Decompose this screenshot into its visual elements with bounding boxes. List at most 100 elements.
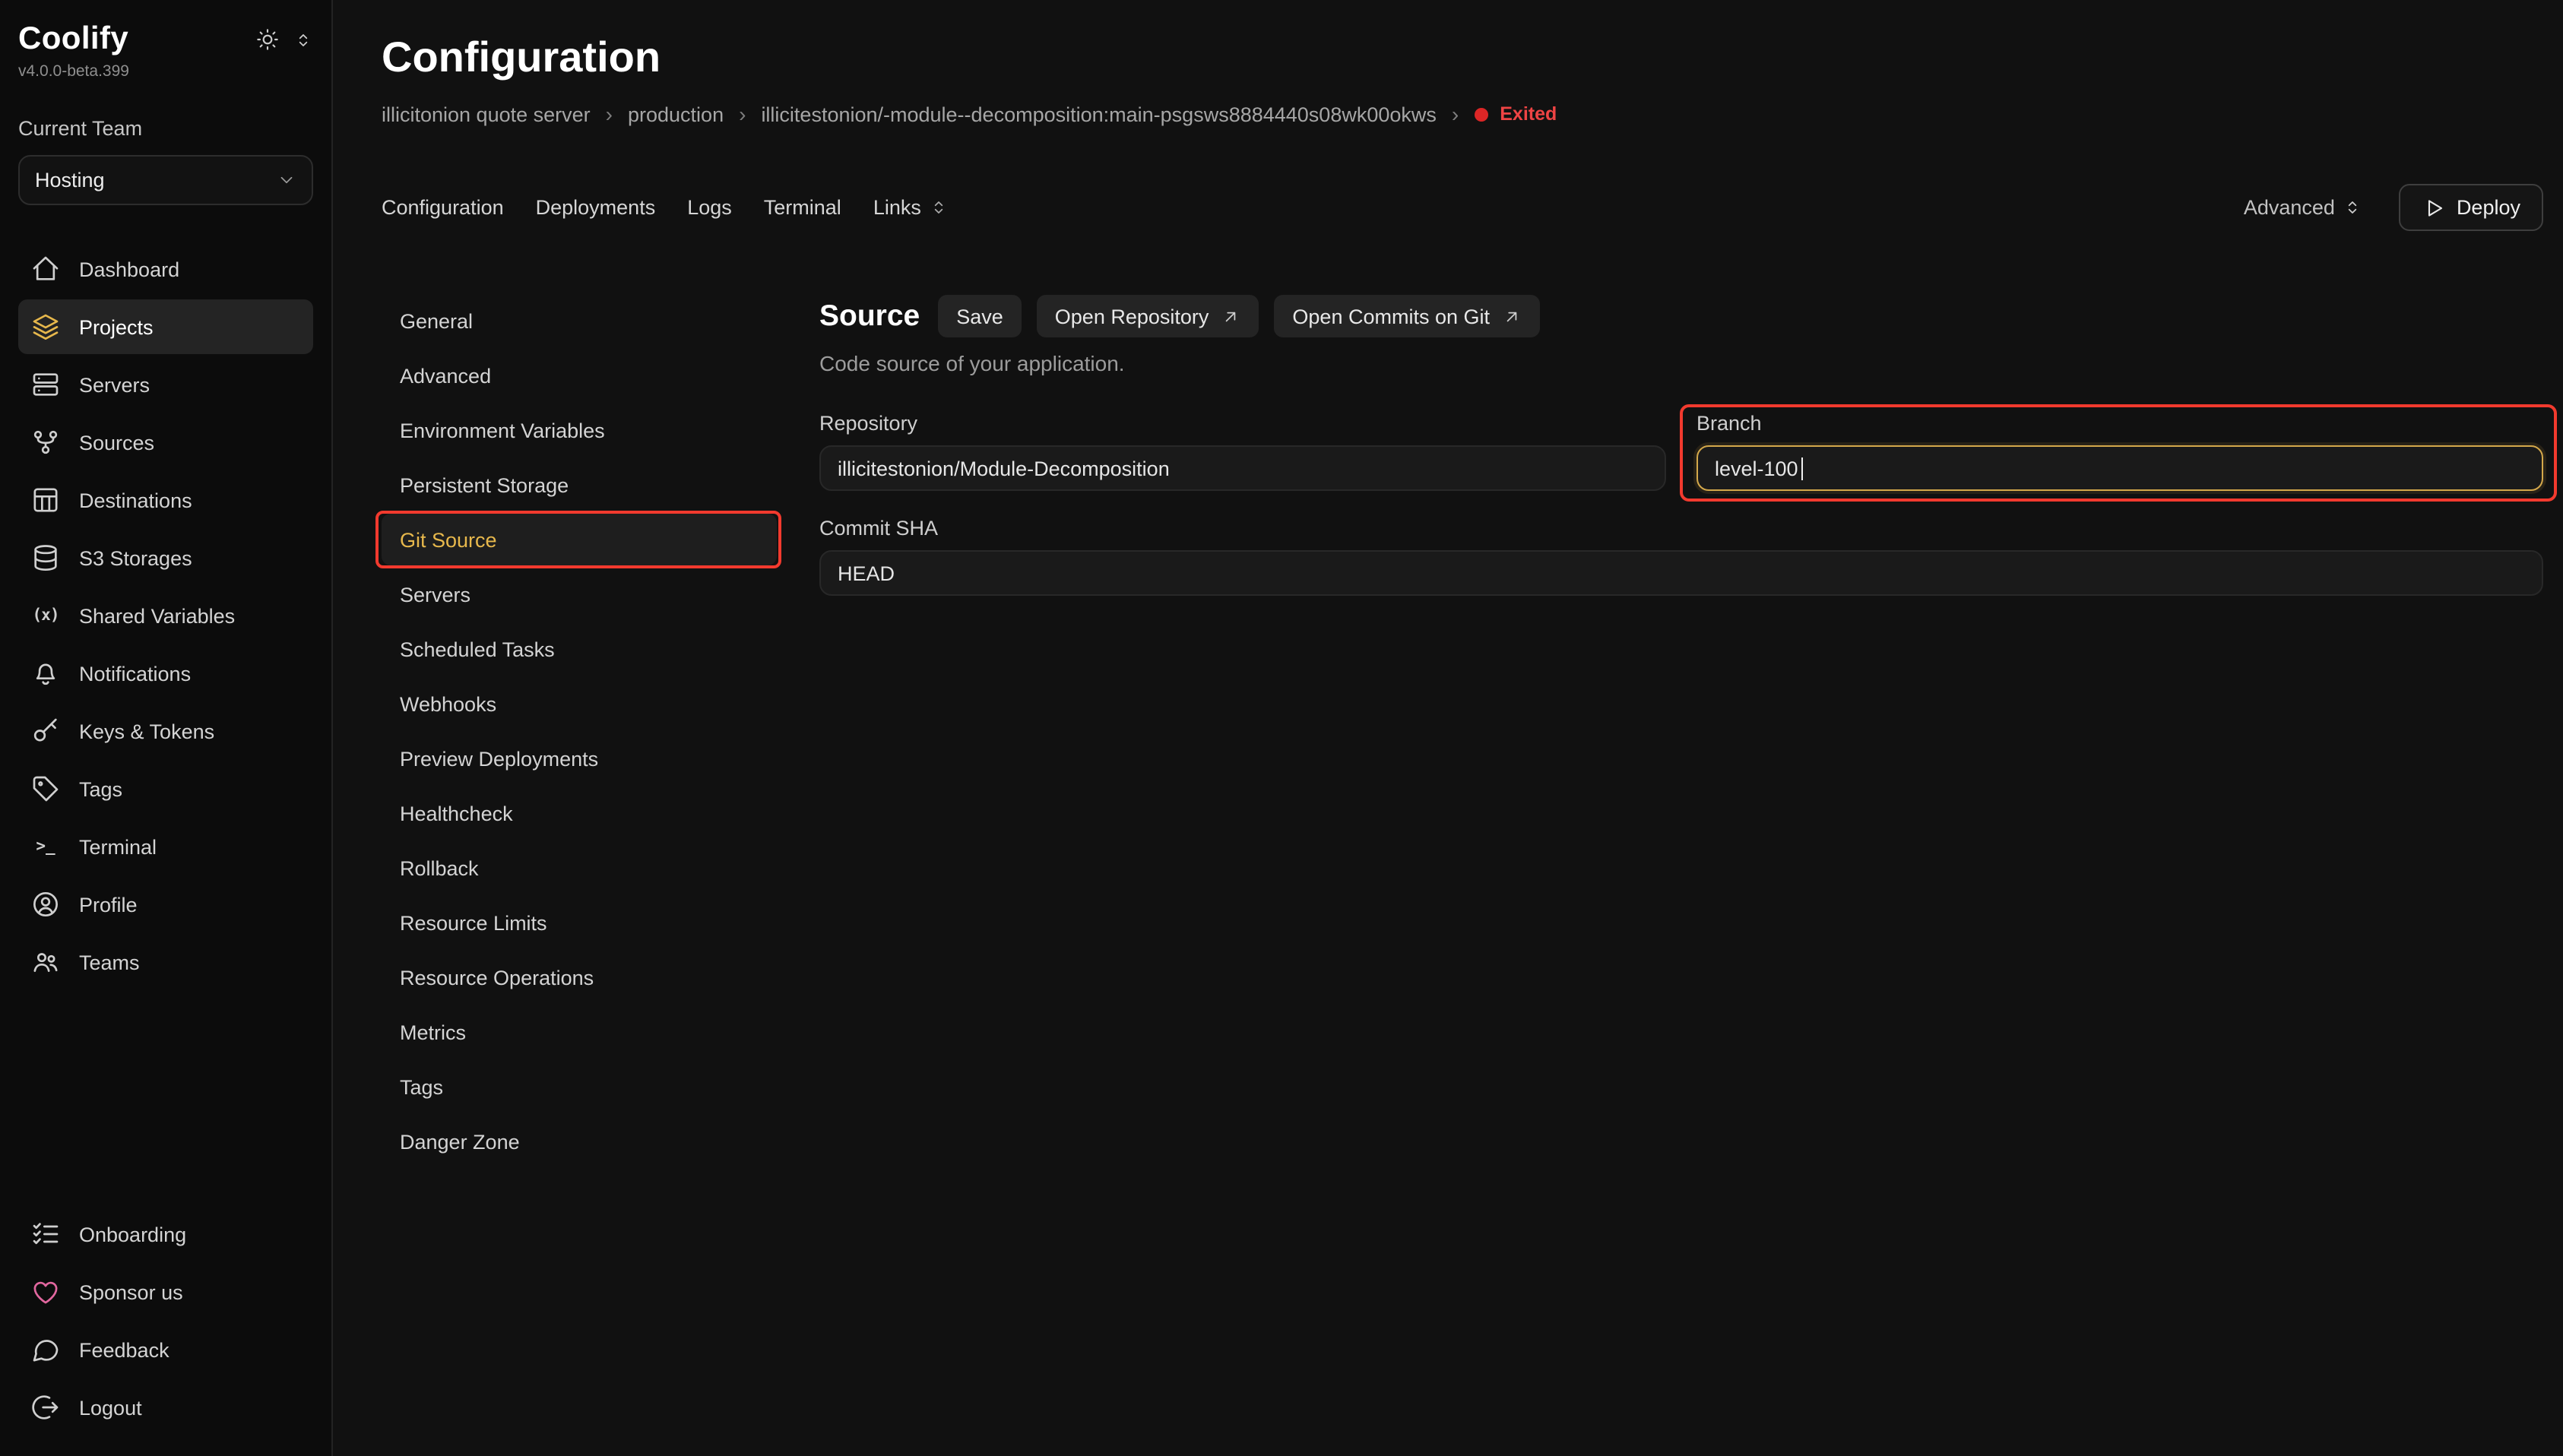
source-form: Repository illicitestonion/Module-Decomp… [819,412,2543,596]
bell-icon [30,658,61,688]
sidebar-item-label: Sponsor us [79,1280,183,1303]
sidebar-item-logout[interactable]: Logout [18,1380,313,1435]
breadcrumb-project[interactable]: illicitonion quote server [382,103,591,125]
chevrons-up-down-icon[interactable] [293,30,313,49]
sidebar-item-servers[interactable]: Servers [18,357,313,412]
chevrons-up-down-icon [2343,198,2362,217]
sidebar-item-tags[interactable]: Tags [18,761,313,816]
app-logo[interactable]: Coolify [18,21,128,58]
sidebar-item-label: Profile [79,893,138,916]
tab-configuration[interactable]: Configuration [382,196,504,219]
play-icon [2422,195,2446,220]
tab-links[interactable]: Links [873,196,949,219]
breadcrumb-application[interactable]: illicitestonion/-module--decomposition:m… [761,103,1436,125]
sidebar-item-sources[interactable]: Sources [18,415,313,470]
subnav-item-environment-variables[interactable]: Environment Variables [382,404,777,456]
sidebar: Coolify v4.0.0-beta.399 Current Team Hos… [0,0,333,1456]
tab-bar: Configuration Deployments Logs Terminal … [382,184,2543,231]
commit-sha-input[interactable]: HEAD [819,550,2543,596]
source-header: Source Save Open Repository Open Commits… [819,295,2543,337]
checklist-icon [30,1219,61,1249]
sidebar-item-label: Dashboard [79,258,179,280]
sidebar-item-label: Notifications [79,662,191,685]
deploy-button[interactable]: Deploy [2399,184,2543,231]
logout-icon [30,1392,61,1423]
sidebar-item-label: Shared Variables [79,604,235,627]
sidebar-nav: Dashboard Projects Servers Sources Desti… [18,242,313,989]
app-version: v4.0.0-beta.399 [18,62,313,81]
source-subtitle: Code source of your application. [819,351,2543,375]
subnav-item-persistent-storage[interactable]: Persistent Storage [382,459,777,511]
subnav-item-rollback[interactable]: Rollback [382,842,777,894]
page-title: Configuration [382,33,2543,82]
repository-label: Repository [819,412,1666,435]
breadcrumb-separator-icon [1452,102,1459,126]
terminal-icon [30,831,61,862]
sidebar-item-label: Servers [79,373,150,396]
chevrons-up-down-icon [929,198,949,217]
status-badge: Exited [1474,103,1557,125]
sidebar-item-profile[interactable]: Profile [18,877,313,932]
repository-input[interactable]: illicitestonion/Module-Decomposition [819,445,1666,491]
sidebar-item-label: Teams [79,951,140,973]
subnav-item-resource-limits[interactable]: Resource Limits [382,897,777,948]
sidebar-item-shared-variables[interactable]: Shared Variables [18,588,313,643]
open-repository-button[interactable]: Open Repository [1037,295,1259,337]
breadcrumb: illicitonion quote server production ill… [382,102,2543,126]
open-commits-button[interactable]: Open Commits on Git [1274,295,1540,337]
source-title: Source [819,299,920,334]
sidebar-item-sponsor-us[interactable]: Sponsor us [18,1265,313,1319]
home-icon [30,254,61,284]
tag-icon [30,774,61,804]
team-select-value: Hosting [35,169,105,191]
sidebar-item-projects[interactable]: Projects [18,299,313,354]
sidebar-item-destinations[interactable]: Destinations [18,473,313,527]
tab-terminal[interactable]: Terminal [764,196,841,219]
main-content: Configuration illicitonion quote server … [333,0,2563,1456]
theme-toggle-sun-icon[interactable] [255,27,280,52]
chat-icon [30,1334,61,1365]
git-icon [30,427,61,457]
subnav-item-resource-operations[interactable]: Resource Operations [382,951,777,1003]
subnav-item-webhooks[interactable]: Webhooks [382,678,777,730]
sidebar-item-s3-storages[interactable]: S3 Storages [18,530,313,585]
subnav-item-tags[interactable]: Tags [382,1061,777,1113]
configuration-content: General Advanced Environment Variables P… [382,295,2543,1167]
subnav-item-preview-deployments[interactable]: Preview Deployments [382,733,777,784]
status-text: Exited [1500,103,1557,125]
subnav-item-git-source-wrap: Git Source [382,514,777,565]
sidebar-item-label: S3 Storages [79,546,192,569]
sidebar-item-terminal[interactable]: Terminal [18,819,313,874]
tab-logs[interactable]: Logs [687,196,732,219]
repository-field: Repository illicitestonion/Module-Decomp… [819,412,1666,491]
subnav-item-general[interactable]: General [382,295,777,347]
branch-input[interactable]: level-100 [1697,445,2543,491]
team-select[interactable]: Hosting [18,155,313,205]
subnav-item-servers[interactable]: Servers [382,568,777,620]
subnav-item-advanced[interactable]: Advanced [382,350,777,401]
breadcrumb-environment[interactable]: production [628,103,724,125]
sidebar-item-notifications[interactable]: Notifications [18,646,313,701]
tab-deployments[interactable]: Deployments [536,196,656,219]
current-team-label: Current Team [18,117,313,140]
subnav-item-metrics[interactable]: Metrics [382,1006,777,1058]
sidebar-item-onboarding[interactable]: Onboarding [18,1207,313,1261]
sidebar-footer-nav: Onboarding Sponsor us Feedback Logout [18,1207,313,1435]
sidebar-item-label: Terminal [79,835,157,858]
source-section: Source Save Open Repository Open Commits… [819,295,2543,596]
sidebar-item-teams[interactable]: Teams [18,935,313,989]
destination-icon [30,485,61,515]
subnav-item-scheduled-tasks[interactable]: Scheduled Tasks [382,623,777,675]
subnav-item-healthcheck[interactable]: Healthcheck [382,787,777,839]
sidebar-item-label: Projects [79,315,154,338]
key-icon [30,716,61,746]
save-button[interactable]: Save [938,295,1022,337]
sidebar-item-feedback[interactable]: Feedback [18,1322,313,1377]
advanced-dropdown[interactable]: Advanced [2244,196,2362,219]
sidebar-item-dashboard[interactable]: Dashboard [18,242,313,296]
sidebar-item-keys-tokens[interactable]: Keys & Tokens [18,704,313,758]
subnav-item-git-source[interactable]: Git Source [382,514,777,565]
branch-field: Branch level-100 [1697,412,2543,491]
subnav-item-danger-zone[interactable]: Danger Zone [382,1116,777,1167]
chevron-down-icon [277,170,296,190]
